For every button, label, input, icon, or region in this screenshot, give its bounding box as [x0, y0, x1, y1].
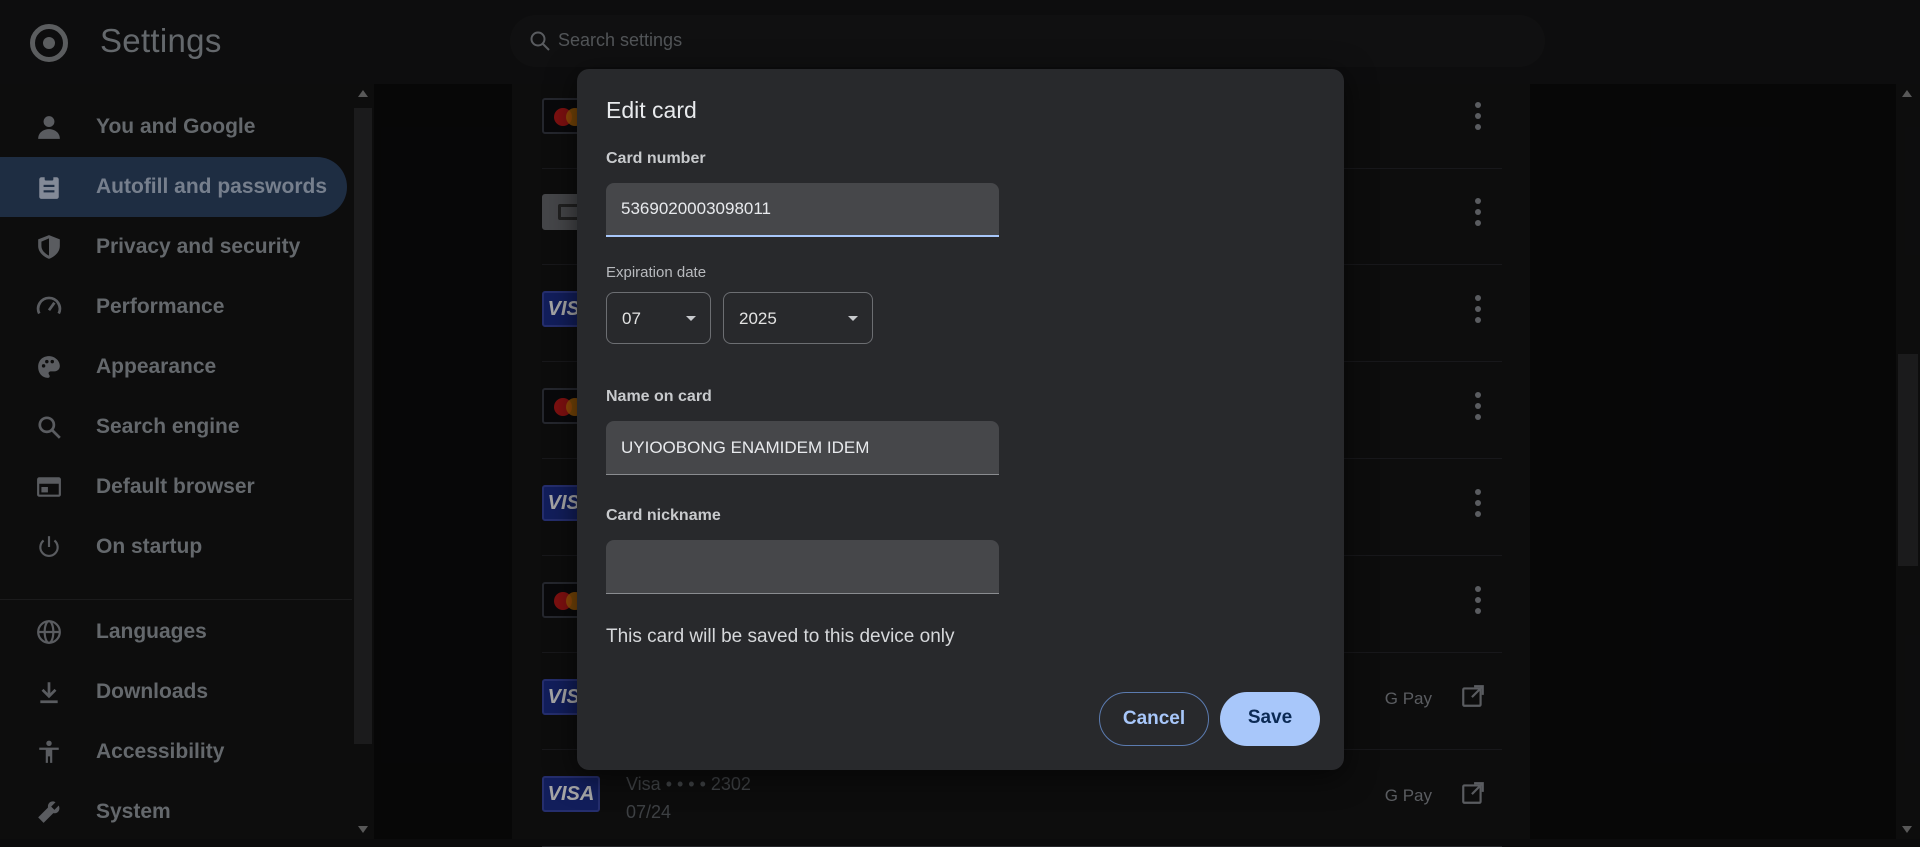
expiration-year-value: 2025 [739, 309, 777, 328]
card-nickname-field[interactable] [606, 540, 999, 594]
expiration-year-select[interactable]: 2025 [723, 292, 873, 344]
cancel-button[interactable]: Cancel [1099, 692, 1209, 746]
expiration-month-value: 07 [622, 309, 641, 328]
card-number-label: Card number [606, 150, 706, 167]
card-nickname-label: Card nickname [606, 507, 721, 524]
expiration-date-label: Expiration date [606, 264, 707, 281]
name-on-card-label: Name on card [606, 388, 712, 405]
expiration-month-select[interactable]: 07 [606, 292, 711, 344]
edit-card-dialog: Edit card Card number Expiration date 07… [577, 69, 1344, 770]
dialog-title: Edit card [606, 97, 697, 123]
save-button[interactable]: Save [1220, 692, 1320, 746]
chevron-down-icon [848, 316, 858, 321]
card-number-field[interactable] [606, 183, 999, 237]
name-on-card-field[interactable] [606, 421, 999, 475]
save-location-note: This card will be saved to this device o… [606, 626, 955, 647]
chevron-down-icon [686, 316, 696, 321]
